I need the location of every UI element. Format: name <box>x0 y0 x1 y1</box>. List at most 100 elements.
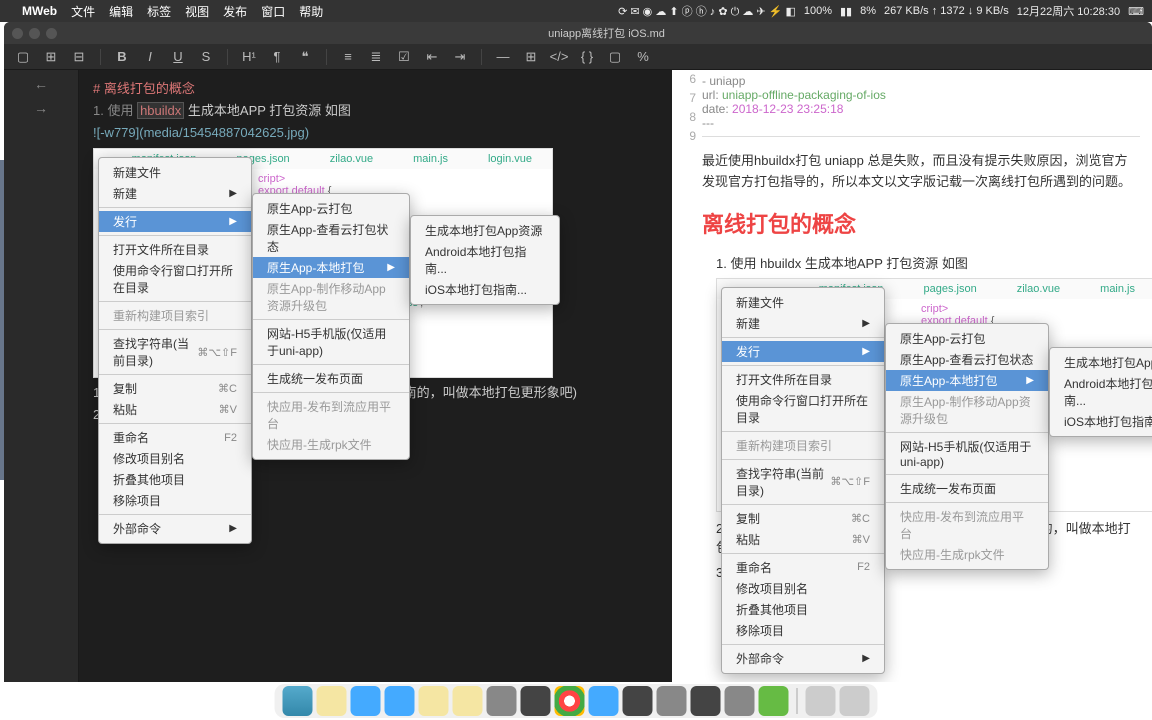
menu-item[interactable]: 新建▶ <box>99 183 251 204</box>
macos-dock[interactable] <box>275 684 878 718</box>
battery-1[interactable]: 100% <box>804 5 832 17</box>
tb-italic-icon[interactable]: I <box>141 48 159 66</box>
menu-item[interactable]: 原生App-查看云打包状态 <box>253 219 409 257</box>
menu-item[interactable]: 查找字符串(当前目录)⌘⌥⇧F <box>99 333 251 371</box>
menu-item[interactable]: 复制⌘C <box>99 378 251 399</box>
battery-2[interactable]: 8% <box>860 5 876 17</box>
menu-extra-icon[interactable]: ▮▮ <box>840 5 852 18</box>
tb-codeblk-icon[interactable]: { } <box>578 48 596 66</box>
menu-item[interactable]: 复制⌘C <box>722 508 884 529</box>
dock-app-icon[interactable] <box>589 686 619 716</box>
dock-chrome-icon[interactable] <box>555 686 585 716</box>
menu-item[interactable]: 原生App-查看云打包状态 <box>886 349 1048 370</box>
menu-item[interactable]: 快应用-生成rpk文件 <box>253 434 409 455</box>
dock-app-icon[interactable] <box>317 686 347 716</box>
tb-link-icon[interactable]: % <box>634 48 652 66</box>
nav-fwd-icon[interactable]: → <box>34 100 48 116</box>
menu-item[interactable]: iOS本地打包指南... <box>411 279 559 300</box>
menu-item[interactable]: 使用命令行窗口打开所在目录 <box>722 390 884 428</box>
menu-item[interactable]: 原生App-制作移动App资源升级包 <box>886 391 1048 429</box>
tb-table-icon[interactable]: ⊞ <box>522 48 540 66</box>
menu-item[interactable]: 原生App-本地打包▶ <box>253 257 409 278</box>
input-source-icon[interactable]: ⌨ <box>1128 5 1144 18</box>
menu-item[interactable]: 折叠其他项目 <box>99 469 251 490</box>
menu-item[interactable]: 打开文件所在目录 <box>722 369 884 390</box>
dock-app-icon[interactable] <box>487 686 517 716</box>
dock-app-icon[interactable] <box>759 686 789 716</box>
status-icons[interactable]: ⟳ ✉ ◉ ☁ ⬆ ⓟ ⓗ ♪ ✿ ⏻ ☁ ✈ ⚡ ◧ <box>618 3 796 19</box>
tb-underline-icon[interactable]: U <box>169 48 187 66</box>
menu-item[interactable]: 网站-H5手机版(仅适用于uni-app) <box>253 323 409 361</box>
menu-item[interactable]: 原生App-本地打包▶ <box>886 370 1048 391</box>
menu-window[interactable]: 窗口 <box>261 3 285 20</box>
tb-quote-icon[interactable]: ❝ <box>296 48 314 66</box>
context-submenu-publish[interactable]: 原生App-云打包原生App-查看云打包状态原生App-本地打包▶原生App-制… <box>252 193 410 460</box>
window-titlebar[interactable]: uniapp离线打包 iOS.md <box>4 22 1152 44</box>
dock-app-icon[interactable] <box>521 686 551 716</box>
menu-item[interactable]: 查找字符串(当前目录)⌘⌥⇧F <box>722 463 884 501</box>
menu-item[interactable]: 原生App-制作移动App资源升级包 <box>253 278 409 316</box>
context-submenu-native-package[interactable]: 生成本地打包App资源Android本地打包指南...iOS本地打包指南... <box>1049 347 1152 437</box>
menu-item[interactable]: 粘贴⌘V <box>722 529 884 550</box>
clock[interactable]: 12月22周六 10:28:30 <box>1017 3 1120 19</box>
dock-terminal-icon[interactable] <box>623 686 653 716</box>
tb-check-icon[interactable]: ☑ <box>395 48 413 66</box>
dock-app-icon[interactable] <box>419 686 449 716</box>
menu-item[interactable]: 外部命令▶ <box>99 518 251 539</box>
menu-item[interactable]: 新建文件 <box>99 162 251 183</box>
tb-ul-icon[interactable]: ≡ <box>339 48 357 66</box>
tb-img-icon[interactable]: ▢ <box>606 48 624 66</box>
menu-item[interactable]: 原生App-云打包 <box>253 198 409 219</box>
menu-publish[interactable]: 发布 <box>223 3 247 20</box>
menu-file[interactable]: 文件 <box>71 3 95 20</box>
menu-item[interactable]: 打开文件所在目录 <box>99 239 251 260</box>
tb-outdent-icon[interactable]: ⇤ <box>423 48 441 66</box>
minimize-button[interactable] <box>29 28 40 39</box>
dock-app-icon[interactable] <box>385 686 415 716</box>
tb-indent-icon[interactable]: ⇥ <box>451 48 469 66</box>
menu-tags[interactable]: 标签 <box>147 3 171 20</box>
dock-app-icon[interactable] <box>351 686 381 716</box>
context-menu-main[interactable]: 新建文件新建▶ 发行▶ 打开文件所在目录使用命令行窗口打开所在目录重新构建项目索引查… <box>721 287 885 674</box>
menu-item[interactable]: 使用命令行窗口打开所在目录 <box>99 260 251 298</box>
menu-item[interactable]: 移除项目 <box>722 620 884 641</box>
dock-app-icon[interactable] <box>453 686 483 716</box>
app-name[interactable]: MWeb <box>22 4 57 18</box>
menu-item[interactable]: 修改项目别名 <box>99 448 251 469</box>
dock-trash-icon[interactable] <box>840 686 870 716</box>
tb-preview-icon[interactable]: ⊟ <box>70 48 88 66</box>
close-button[interactable] <box>12 28 23 39</box>
menu-item[interactable]: 新建文件 <box>722 292 884 313</box>
menu-item[interactable]: 修改项目别名 <box>722 578 884 599</box>
menu-item[interactable]: 外部命令▶ <box>722 648 884 669</box>
menu-item[interactable]: 生成统一发布页面 <box>253 368 409 389</box>
menu-edit[interactable]: 编辑 <box>109 3 133 20</box>
menu-item[interactable]: 重命名F2 <box>99 427 251 448</box>
menu-item[interactable]: 生成本地打包App资源 <box>411 220 559 241</box>
menu-item[interactable]: Android本地打包指南... <box>411 241 559 279</box>
menu-item[interactable]: 发行▶ <box>722 341 884 362</box>
menu-item[interactable]: 粘贴⌘V <box>99 399 251 420</box>
dock-downloads-icon[interactable] <box>806 686 836 716</box>
tb-bold-icon[interactable]: B <box>113 48 131 66</box>
dock-app-icon[interactable] <box>657 686 687 716</box>
menu-item[interactable]: Android本地打包指南... <box>1050 373 1152 411</box>
menu-item[interactable]: 重命名F2 <box>722 557 884 578</box>
tb-hr-icon[interactable]: — <box>494 48 512 66</box>
zoom-button[interactable] <box>46 28 57 39</box>
context-submenu-publish[interactable]: 原生App-云打包原生App-查看云打包状态原生App-本地打包▶原生App-制… <box>885 323 1049 570</box>
menu-item[interactable]: 移除项目 <box>99 490 251 511</box>
tb-strike-icon[interactable]: S <box>197 48 215 66</box>
nav-back-icon[interactable]: ← <box>34 76 48 92</box>
menu-item[interactable]: 网站-H5手机版(仅适用于uni-app) <box>886 436 1048 471</box>
menu-help[interactable]: 帮助 <box>299 3 323 20</box>
dock-finder-icon[interactable] <box>283 686 313 716</box>
tb-ol-icon[interactable]: ≣ <box>367 48 385 66</box>
menu-item[interactable]: 发行▶ <box>99 211 251 232</box>
menu-item[interactable]: 重新构建项目索引 <box>722 435 884 456</box>
tb-panel-icon[interactable]: ▢ <box>14 48 32 66</box>
context-menu-main[interactable]: 新建文件新建▶发行▶打开文件所在目录使用命令行窗口打开所在目录重新构建项目索引查… <box>98 157 252 544</box>
menu-item[interactable]: 新建▶ <box>722 313 884 334</box>
menu-item[interactable]: iOS本地打包指南... <box>1050 411 1152 432</box>
network-speed[interactable]: 267 KB/s ↑ 1372 ↓ 9 KB/s <box>884 5 1009 17</box>
